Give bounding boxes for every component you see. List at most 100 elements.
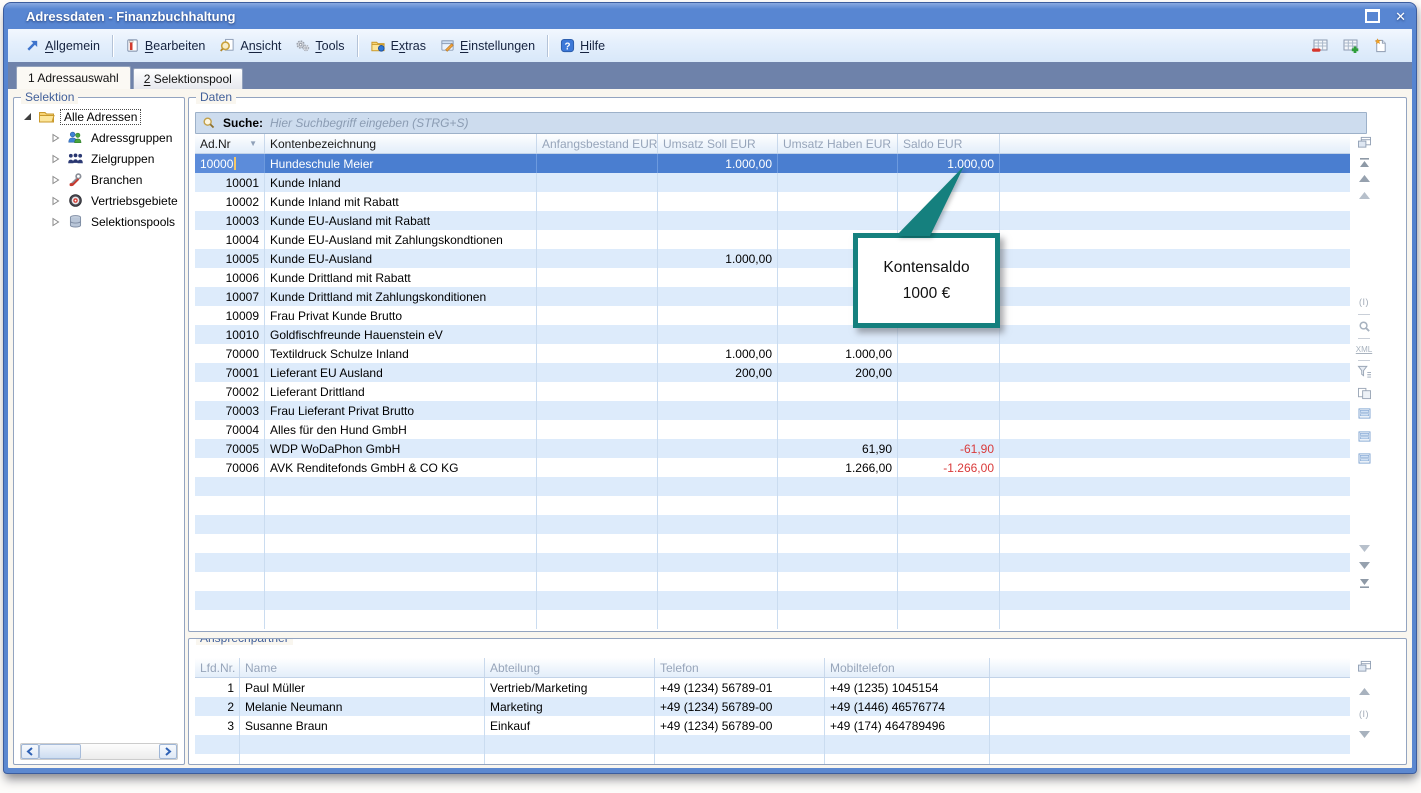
contact-row-1[interactable]: 1Paul MüllerVertrieb/Marketing+49 (1234)… (195, 678, 1350, 697)
tree-item-selektionspools[interactable]: Selektionspools (16, 211, 182, 232)
cell-soll[interactable] (658, 515, 778, 534)
cell-adnr[interactable] (195, 553, 265, 572)
cell-saldo[interactable] (898, 477, 1000, 496)
row-up-icon[interactable] (1355, 192, 1373, 199)
toolbar-item-hilfe[interactable]: ?Hilfe (553, 35, 612, 56)
table-row-empty[interactable] (195, 515, 1350, 534)
cell-anfangsbestand[interactable] (537, 477, 658, 496)
tree-item-alle-adressen[interactable]: Alle Adressen (16, 106, 182, 127)
table-row-10005[interactable]: 10005Kunde EU-Ausland1.000,00 (195, 249, 1350, 268)
column-header-telefon[interactable]: Telefon (655, 658, 825, 677)
cell-anfangsbestand[interactable] (537, 154, 658, 173)
cell-telefon[interactable] (655, 735, 825, 754)
cell-name[interactable] (240, 754, 485, 765)
contact-row-3[interactable]: 3Susanne BraunEinkauf+49 (1234) 56789-00… (195, 716, 1350, 735)
table-row-empty[interactable] (195, 610, 1350, 629)
table-row-10007[interactable]: 10007Kunde Drittland mit Zahlungskonditi… (195, 287, 1350, 306)
cell-mobil[interactable] (825, 735, 990, 754)
tree-horizontal-scrollbar[interactable] (20, 743, 178, 760)
cell-soll[interactable]: 1.000,00 (658, 344, 778, 363)
cell-anfangsbestand[interactable] (537, 401, 658, 420)
cell-name[interactable]: WDP WoDaPhon GmbH (265, 439, 537, 458)
column-header-mobiltelefon[interactable]: Mobiltelefon (825, 658, 990, 677)
cell-anfangsbestand[interactable] (537, 230, 658, 249)
cell-abteilung[interactable]: Einkauf (485, 716, 655, 735)
cell-haben[interactable] (778, 515, 898, 534)
cell-haben[interactable]: 61,90 (778, 439, 898, 458)
cell-soll[interactable] (658, 401, 778, 420)
close-icon[interactable]: ✕ (1395, 10, 1406, 23)
cell-haben[interactable]: 1.266,00 (778, 458, 898, 477)
column-header-lfd-nr-[interactable]: Lfd.Nr. (195, 658, 240, 677)
table-row-70005[interactable]: 70005WDP WoDaPhon GmbH61,90-61,90 (195, 439, 1350, 458)
expander-closed-icon[interactable] (50, 133, 61, 143)
cell-anfangsbestand[interactable] (537, 439, 658, 458)
cell-mobil[interactable]: +49 (174) 464789496 (825, 716, 990, 735)
cell-adnr[interactable]: 10002 (195, 192, 265, 211)
column-header-saldo-eur[interactable]: Saldo EUR (898, 134, 1000, 153)
cell-adnr[interactable]: 10005 (195, 249, 265, 268)
scroll-left-icon[interactable] (21, 744, 39, 759)
column-header-abteilung[interactable]: Abteilung (485, 658, 655, 677)
cell-adnr[interactable] (195, 572, 265, 591)
table-row-70004[interactable]: 70004Alles für den Hund GmbH (195, 420, 1350, 439)
cell-anfangsbestand[interactable] (537, 458, 658, 477)
cell-telefon[interactable]: +49 (1234) 56789-01 (655, 678, 825, 697)
cell-nr[interactable]: 3 (195, 716, 240, 735)
column-chooser-icon[interactable] (1355, 136, 1373, 149)
cell-name[interactable] (240, 735, 485, 754)
cell-name[interactable]: Frau Privat Kunde Brutto (265, 306, 537, 325)
toolbar-item-einstellungen[interactable]: Einstellungen (433, 35, 542, 56)
table-row-10003[interactable]: 10003Kunde EU-Ausland mit Rabatt (195, 211, 1350, 230)
cell-abteilung[interactable]: Marketing (485, 697, 655, 716)
contacts-down-icon[interactable] (1355, 731, 1373, 738)
cell-nr[interactable]: 1 (195, 678, 240, 697)
cell-adnr[interactable]: 70006 (195, 458, 265, 477)
cell-anfangsbestand[interactable] (537, 306, 658, 325)
cell-anfangsbestand[interactable] (537, 192, 658, 211)
cell-haben[interactable] (778, 610, 898, 629)
cell-saldo[interactable] (898, 553, 1000, 572)
layout-rows3-icon[interactable] (1355, 453, 1373, 464)
toolbar-item-extras[interactable]: Extras (363, 35, 433, 56)
cell-soll[interactable] (658, 268, 778, 287)
cell-haben[interactable] (778, 477, 898, 496)
cell-name[interactable]: Susanne Braun (240, 716, 485, 735)
cell-mobil[interactable]: +49 (1446) 46576774 (825, 697, 990, 716)
cell-adnr[interactable]: 70001 (195, 363, 265, 382)
cell-name[interactable] (265, 610, 537, 629)
toolbar-item-ansicht[interactable]: Ansicht (212, 35, 288, 56)
cell-name[interactable]: Melanie Neumann (240, 697, 485, 716)
cell-adnr[interactable]: 10003 (195, 211, 265, 230)
layout-rows-icon[interactable] (1355, 408, 1373, 419)
cell-mobil[interactable]: +49 (1235) 1045154 (825, 678, 990, 697)
cell-saldo[interactable] (898, 610, 1000, 629)
row-down-icon[interactable] (1355, 545, 1373, 552)
cell-name[interactable]: Paul Müller (240, 678, 485, 697)
contacts-up-icon[interactable] (1355, 688, 1373, 695)
scroll-right-icon[interactable] (159, 744, 177, 759)
cell-telefon[interactable] (655, 754, 825, 765)
cell-soll[interactable] (658, 211, 778, 230)
cell-saldo[interactable] (898, 401, 1000, 420)
cell-abteilung[interactable] (485, 754, 655, 765)
cell-soll[interactable] (658, 610, 778, 629)
cell-saldo[interactable] (898, 515, 1000, 534)
cell-anfangsbestand[interactable] (537, 572, 658, 591)
scroll-top-icon[interactable] (1355, 158, 1373, 167)
cell-soll[interactable] (658, 534, 778, 553)
tree-item-zielgruppen[interactable]: Zielgruppen (16, 148, 182, 169)
cell-name[interactable]: AVK Renditefonds GmbH & CO KG (265, 458, 537, 477)
cell-soll[interactable] (658, 439, 778, 458)
toolbar-button-table-remove[interactable] (1311, 38, 1329, 54)
table-row-10010[interactable]: 10010Goldfischfreunde Hauenstein eV (195, 325, 1350, 344)
grid-search-icon[interactable] (1355, 320, 1373, 333)
contact-row-empty[interactable] (195, 754, 1350, 765)
cell-anfangsbestand[interactable] (537, 610, 658, 629)
cell-soll[interactable] (658, 477, 778, 496)
cell-name[interactable]: Kunde EU-Ausland (265, 249, 537, 268)
table-row-empty[interactable] (195, 496, 1350, 515)
cell-adnr[interactable]: 70002 (195, 382, 265, 401)
cell-name[interactable]: Lieferant EU Ausland (265, 363, 537, 382)
cell-mobil[interactable] (825, 754, 990, 765)
